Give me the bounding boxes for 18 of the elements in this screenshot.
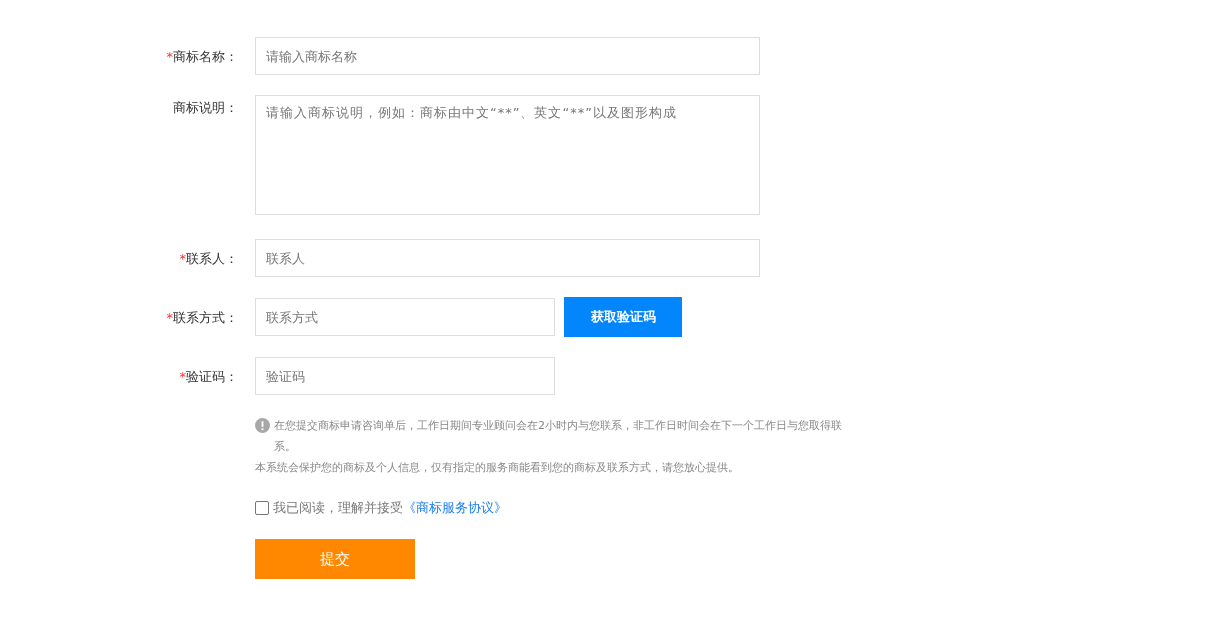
exclamation-icon bbox=[255, 418, 270, 433]
input-field[interactable]: 请输入商标名称 bbox=[255, 37, 760, 75]
input-field[interactable]: 验证码 bbox=[255, 357, 555, 395]
agreement-text: 我已阅读，理解并接受 bbox=[273, 499, 403, 517]
field-label: *商标名称： bbox=[166, 49, 238, 64]
notice-text: 本系统会保护您的商标及个人信息，仅有指定的服务商能看到您的商标及联系方式，请您放心提供。 bbox=[255, 460, 740, 476]
submit-button[interactable]: 提交 bbox=[255, 539, 415, 579]
agreement-link[interactable]: 《商标服务协议》 bbox=[403, 499, 507, 517]
input-field[interactable]: 联系人 bbox=[255, 239, 760, 277]
description-field[interactable]: 请输入商标说明，例如：商标由中文“**”、英文“**”以及图形构成 bbox=[255, 95, 760, 215]
field-label: 商标说明： bbox=[173, 100, 238, 115]
field-label: *联系方式： bbox=[166, 310, 238, 325]
get-code-button[interactable]: 获取验证码 bbox=[564, 297, 682, 337]
notice-text: 在您提交商标申请咨询单后，工作日期间专业顾问会在2小时内与您联系，非工作日时间会在下一个工作日与您取得联系。 bbox=[274, 418, 843, 455]
field-label: *验证码： bbox=[179, 369, 238, 384]
agreement-checkbox[interactable] bbox=[255, 501, 269, 515]
field-label: *联系人： bbox=[179, 251, 238, 266]
input-field[interactable]: 联系方式 bbox=[255, 298, 555, 336]
